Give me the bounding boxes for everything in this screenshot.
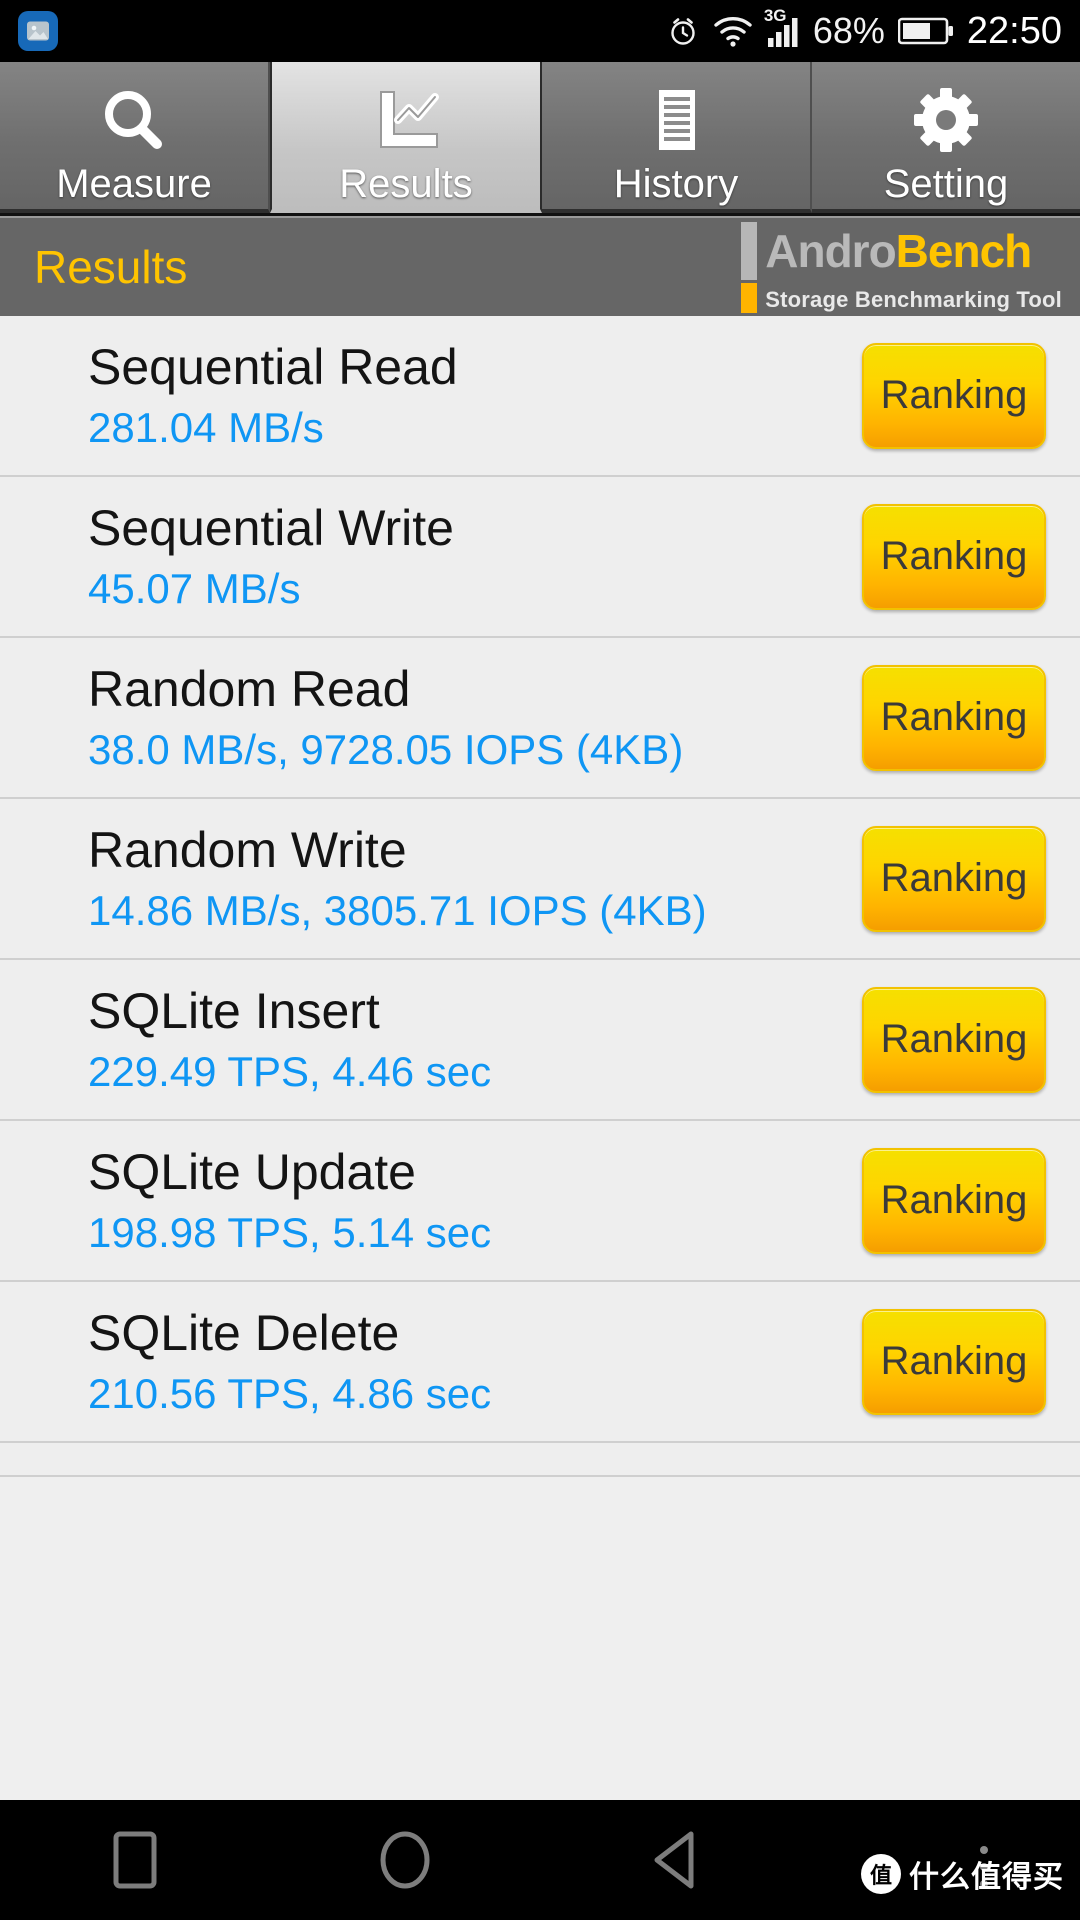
battery-icon (897, 16, 954, 46)
triangle-back-icon (647, 1829, 703, 1891)
androbench-logo: AndroBench Storage Benchmarking Tool (741, 221, 1062, 313)
androbench-app-screen: 3G 68% 22:50 Measure Results History Set… (0, 0, 1080, 1920)
line-chart-icon (367, 84, 445, 158)
result-texts: Random Read 38.0 MB/s, 9728.05 IOPS (4KB… (88, 662, 844, 772)
watermark-badge: 值 (861, 1854, 901, 1894)
tab-measure-label: Measure (56, 162, 212, 206)
result-row-sqlite-delete[interactable]: SQLite Delete 210.56 TPS, 4.86 sec Ranki… (0, 1282, 1080, 1443)
status-bar-notifications (18, 11, 58, 51)
clock-label: 22:50 (966, 9, 1062, 52)
ranking-button[interactable]: Ranking (862, 1308, 1046, 1415)
list-bottom-spacer (0, 1443, 1080, 1477)
tab-history-label: History (613, 162, 739, 206)
result-value: 14.86 MB/s, 3805.71 IOPS (4KB) (88, 887, 707, 935)
results-list: Sequential Read 281.04 MB/s Ranking Sequ… (0, 316, 1080, 1477)
ranking-button[interactable]: Ranking (862, 825, 1046, 932)
tab-history[interactable]: History (542, 62, 812, 213)
result-title: Sequential Read (88, 339, 458, 396)
result-texts: Sequential Write 45.07 MB/s (88, 501, 844, 611)
circle-home-icon (375, 1829, 435, 1891)
logo-andro-text: Andro (765, 224, 896, 277)
status-bar-indicators: 3G 68% 22:50 (666, 7, 1062, 53)
result-row-sqlite-insert[interactable]: SQLite Insert 229.49 TPS, 4.46 sec Ranki… (0, 960, 1080, 1121)
result-value: 45.07 MB/s (88, 565, 301, 613)
result-texts: SQLite Delete 210.56 TPS, 4.86 sec (88, 1306, 844, 1416)
network-type-label: 3G (763, 6, 787, 25)
result-value: 229.49 TPS, 4.46 sec (88, 1048, 492, 1096)
main-tab-bar: Measure Results History Setting (0, 62, 1080, 216)
result-title: SQLite Delete (88, 1305, 400, 1362)
logo-subtitle: Storage Benchmarking Tool (765, 286, 1062, 312)
result-title: SQLite Update (88, 1144, 416, 1201)
ranking-button[interactable]: Ranking (862, 1147, 1046, 1254)
watermark-text: 什么值得买 (909, 1861, 1064, 1894)
result-row-sqlite-update[interactable]: SQLite Update 198.98 TPS, 5.14 sec Ranki… (0, 1121, 1080, 1282)
battery-percent-label: 68% (812, 10, 885, 51)
gallery-icon (18, 11, 58, 51)
ranking-button[interactable]: Ranking (862, 503, 1046, 610)
signal-bars-icon: 3G (764, 7, 800, 48)
section-header: Results AndroBench Storage Benchmarking … (0, 216, 1080, 316)
alarm-clock-icon (666, 14, 700, 48)
result-row-random-write[interactable]: Random Write 14.86 MB/s, 3805.71 IOPS (4… (0, 799, 1080, 960)
result-row-sequential-write[interactable]: Sequential Write 45.07 MB/s Ranking (0, 477, 1080, 638)
result-title: Random Read (88, 661, 411, 718)
watermark: 值 什么值得买 (861, 1852, 1064, 1896)
result-value: 210.56 TPS, 4.86 sec (88, 1370, 492, 1418)
status-bar: 3G 68% 22:50 (0, 0, 1080, 62)
system-navigation-bar: 值 什么值得买 (0, 1800, 1080, 1920)
recents-button[interactable] (0, 1829, 270, 1891)
logo-bar-orange (741, 282, 758, 313)
ranking-button[interactable]: Ranking (862, 342, 1046, 449)
ranking-button[interactable]: Ranking (862, 664, 1046, 771)
result-texts: SQLite Insert 229.49 TPS, 4.46 sec (88, 984, 844, 1094)
result-title: SQLite Insert (88, 983, 380, 1040)
back-button[interactable] (540, 1829, 810, 1891)
result-value: 198.98 TPS, 5.14 sec (88, 1209, 492, 1257)
tab-setting[interactable]: Setting (812, 62, 1080, 213)
ranking-button[interactable]: Ranking (862, 986, 1046, 1093)
tab-setting-label: Setting (883, 162, 1009, 206)
page-title: Results (34, 241, 188, 293)
tab-results[interactable]: Results (270, 62, 542, 213)
result-row-sequential-read[interactable]: Sequential Read 281.04 MB/s Ranking (0, 316, 1080, 477)
gear-icon (907, 84, 985, 158)
result-texts: Sequential Read 281.04 MB/s (88, 340, 844, 450)
wifi-icon (713, 15, 753, 47)
result-title: Random Write (88, 822, 407, 879)
logo-bar-gray (741, 221, 758, 280)
logo-bench-text: Bench (895, 224, 1033, 277)
result-row-random-read[interactable]: Random Read 38.0 MB/s, 9728.05 IOPS (4KB… (0, 638, 1080, 799)
result-value: 38.0 MB/s, 9728.05 IOPS (4KB) (88, 726, 684, 774)
home-button[interactable] (270, 1829, 540, 1891)
result-texts: SQLite Update 198.98 TPS, 5.14 sec (88, 1145, 844, 1255)
magnifier-icon (95, 84, 173, 158)
result-texts: Random Write 14.86 MB/s, 3805.71 IOPS (4… (88, 823, 844, 933)
document-lines-icon (637, 84, 715, 158)
result-title: Sequential Write (88, 500, 454, 557)
square-recents-icon (108, 1829, 162, 1891)
result-value: 281.04 MB/s (88, 404, 324, 452)
tab-measure[interactable]: Measure (0, 62, 270, 213)
tab-results-label: Results (339, 162, 473, 206)
